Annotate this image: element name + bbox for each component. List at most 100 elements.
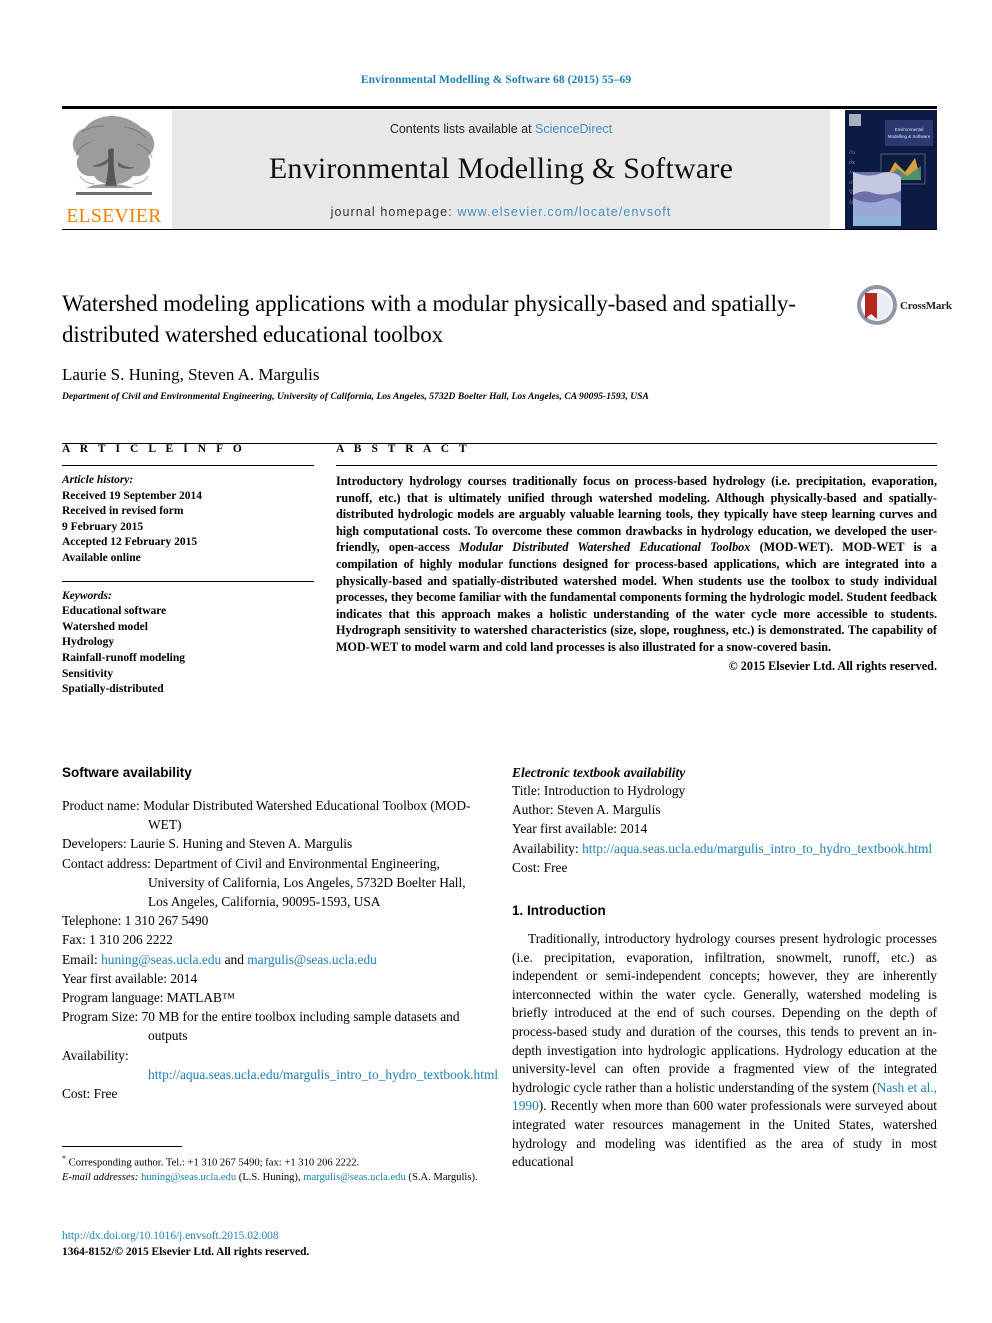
avail-item-size: Program Size: 70 MB for the entire toolb… <box>62 1007 482 1045</box>
textbook-availability-heading: Electronic textbook availability <box>512 765 686 780</box>
email-link-margulis[interactable]: margulis@seas.ucla.edu <box>247 952 377 967</box>
doi-link[interactable]: http://dx.doi.org/10.1016/j.envsoft.2015… <box>62 1228 482 1244</box>
avail-value: 1 310 206 2222 <box>89 932 173 948</box>
history-item: 9 February 2015 <box>62 520 144 533</box>
avail-item-product-name: Product name: Modular Distributed Waters… <box>62 796 482 834</box>
sciencedirect-link[interactable]: ScienceDirect <box>535 122 612 136</box>
introduction-paragraph: Traditionally, introductory hydrology co… <box>512 930 937 1172</box>
avail-label: Author: <box>512 802 554 818</box>
avail-item-telephone: Telephone: 1 310 267 5490 <box>62 911 482 930</box>
affiliation: Department of Civil and Environmental En… <box>62 392 649 402</box>
history-item: Received in revised form <box>62 505 184 518</box>
avail-value: Introduction to Hydrology <box>543 783 686 798</box>
abstract-text: Introductory hydrology courses tradition… <box>336 473 937 656</box>
avail-label: Email: <box>62 951 98 967</box>
software-availability-heading: Software availability <box>62 765 192 780</box>
corresponding-author-text: Corresponding author. Tel.: +1 310 267 5… <box>68 1157 360 1169</box>
abstract-heading: A B S T R A C T <box>336 443 471 455</box>
journal-homepage-link[interactable]: www.elsevier.com/locate/envsoft <box>457 205 671 219</box>
contents-available-line: Contents lists available at ScienceDirec… <box>172 122 830 136</box>
masthead-top-rule <box>62 106 937 109</box>
article-info-rule <box>62 465 314 466</box>
crossmark-icon <box>857 285 897 325</box>
keyword-item: Spatially-distributed <box>62 683 164 696</box>
footnote-email-huning[interactable]: huning@seas.ucla.edu <box>141 1172 236 1183</box>
article-history-label: Article history: <box>62 474 134 486</box>
avail-value: 2014 <box>170 970 198 986</box>
keyword-item: Rainfall-runoff modeling <box>62 651 185 664</box>
authors: Laurie S. Huning, Steven A. Margulis <box>62 365 320 384</box>
article-history-list: Received 19 September 2014 Received in r… <box>62 489 314 567</box>
history-item: Received 19 September 2014 <box>62 489 202 502</box>
availability-link[interactable]: http://aqua.seas.ucla.edu/margulis_intro… <box>148 1067 498 1082</box>
introduction-heading: 1. Introduction <box>512 903 606 919</box>
svg-text:∂x: ∂x <box>849 159 855 166</box>
email-addresses-label: E-mail addresses: <box>62 1171 139 1183</box>
journal-title: Environmental Modelling & Software <box>268 152 734 185</box>
abstract-copyright: © 2015 Elsevier Ltd. All rights reserved… <box>728 658 937 673</box>
doi-block: http://dx.doi.org/10.1016/j.envsoft.2015… <box>62 1228 482 1260</box>
homepage-prefix: journal homepage: <box>330 205 458 219</box>
avail-item-language: Program language: MATLAB™ <box>62 988 482 1007</box>
right-column: Electronic textbook availability Title: … <box>512 765 937 1172</box>
email-link-huning[interactable]: huning@seas.ucla.edu <box>101 952 221 967</box>
contents-prefix: Contents lists available at <box>389 122 536 136</box>
author-list: Laurie S. Huning, Steven A. Margulis <box>62 365 852 385</box>
svg-text:Environmental: Environmental <box>895 127 924 132</box>
avail-value: Steven A. Margulis <box>557 802 661 818</box>
textbook-availability-list: Title: Introduction to Hydrology Author:… <box>512 781 937 877</box>
keywords-label: Keywords: <box>62 589 112 602</box>
keyword-item: Sensitivity <box>62 667 114 680</box>
avail-label: Program language: <box>62 990 164 1006</box>
keyword-item: Watershed model <box>62 620 148 633</box>
journal-cover-thumbnail: Environmental Modelling & Software ∂u ∂x λ… <box>845 110 937 230</box>
avail-label: Telephone: <box>62 913 122 929</box>
avail-value: Free <box>543 859 568 875</box>
avail-value: Modular Distributed Watershed Educationa… <box>143 798 471 833</box>
keyword-item: Educational software <box>62 605 167 618</box>
title-block: Watershed modeling applications with a m… <box>62 288 852 402</box>
avail-label: Title: <box>512 783 541 798</box>
abstract-column: A B S T R A C T Introductory hydrology c… <box>336 443 937 674</box>
left-column: Software availability Product name: Modu… <box>62 765 498 1103</box>
email-conjunction: and <box>221 951 248 967</box>
keyword-item: Hydrology <box>62 636 115 649</box>
keywords-list: Educational software Watershed model Hyd… <box>62 604 314 698</box>
textbook-item-availability: Availability: http://aqua.seas.ucla.edu/… <box>512 839 937 858</box>
avail-item-fax: Fax: 1 310 206 2222 <box>62 930 482 949</box>
issn-copyright-line: 1364-8152/© 2015 Elsevier Ltd. All right… <box>62 1246 310 1258</box>
avail-value: MATLAB™ <box>166 990 236 1006</box>
avail-label: Cost: <box>62 1086 91 1102</box>
abstract-part-2: (MOD-WET). MOD-WET is a compilation of h… <box>336 540 937 654</box>
paper-page: Environmental Modelling & Software 68 (2… <box>0 0 992 1323</box>
intro-text-before-citation: Traditionally, introductory hydrology co… <box>512 931 937 1095</box>
corresponding-author-note: * Corresponding author. Tel.: +1 310 267… <box>62 1152 482 1171</box>
textbook-availability-link[interactable]: http://aqua.seas.ucla.edu/margulis_intro… <box>582 841 932 856</box>
history-item: Accepted 12 February 2015 <box>62 536 198 549</box>
masthead-center-panel: Contents lists available at ScienceDirec… <box>172 110 830 230</box>
elsevier-logo: ELSEVIER <box>62 110 166 230</box>
footnote-email-2-owner: (S.A. Margulis). <box>405 1171 478 1183</box>
article-info-column: A R T I C L E I N F O Article history: R… <box>62 443 314 698</box>
footnote-email-1-owner: (L.S. Huning), <box>236 1171 304 1183</box>
avail-label: Contact address: <box>62 855 151 871</box>
masthead-bottom-rule <box>62 229 937 230</box>
textbook-item-author: Author: Steven A. Margulis <box>512 800 937 819</box>
abstract-emphasis: Modular Distributed Watershed Educationa… <box>459 540 751 555</box>
avail-value: Free <box>93 1086 118 1102</box>
svg-text:∂u: ∂u <box>849 149 855 156</box>
article-info-heading: A R T I C L E I N F O <box>62 443 246 455</box>
avail-label: Program Size: <box>62 1009 139 1025</box>
avail-item-year: Year first available: 2014 <box>62 969 482 988</box>
textbook-item-cost: Cost: Free <box>512 858 937 877</box>
journal-masthead: ELSEVIER Contents lists available at Sci… <box>62 106 937 230</box>
avail-item-email: Email: huning@seas.ucla.edu and margulis… <box>62 950 482 969</box>
avail-value: 1 310 267 5490 <box>124 913 209 929</box>
footnote-rule <box>62 1146 182 1147</box>
avail-item-availability: Availability: http://aqua.seas.ucla.edu/… <box>62 1046 498 1084</box>
footnote-email-margulis[interactable]: margulis@seas.ucla.edu <box>303 1172 406 1183</box>
avail-label: Product name: <box>62 798 140 813</box>
avail-label: Fax: <box>62 932 86 948</box>
footnote-block: * Corresponding author. Tel.: +1 310 267… <box>62 1146 482 1185</box>
crossmark-badge[interactable]: CrossMark <box>856 284 952 334</box>
